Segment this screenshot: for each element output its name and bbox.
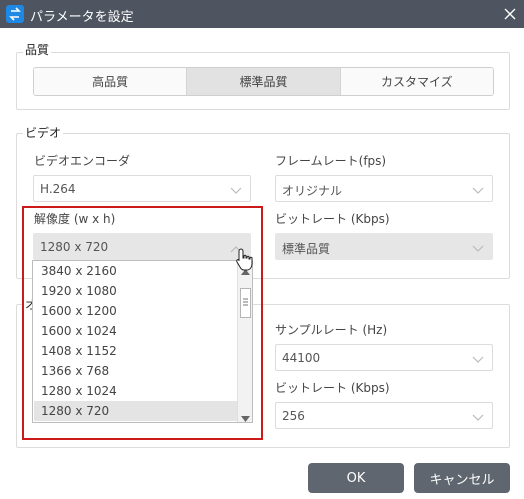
title-bar: パラメータを設定: [0, 0, 524, 28]
close-icon[interactable]: [500, 4, 520, 24]
app-logo-icon: [6, 5, 24, 23]
window-title: パラメータを設定: [30, 10, 134, 25]
chevron-down-icon: [472, 184, 484, 198]
framerate-select[interactable]: オリジナル: [275, 175, 493, 202]
hand-pointer-cursor-icon: [236, 248, 254, 275]
quality-group-label: 品質: [23, 41, 52, 58]
audio-bitrate-label: ビットレート (Kbps): [275, 381, 390, 395]
framerate-label: フレームレート(fps): [275, 154, 387, 168]
cancel-button[interactable]: キャンセル: [414, 463, 510, 493]
encoder-select[interactable]: H.264: [33, 175, 251, 202]
audio-bitrate-select[interactable]: 256: [275, 402, 493, 429]
quality-option-custom[interactable]: カスタマイズ: [340, 68, 493, 95]
samplerate-select[interactable]: 44100: [275, 344, 493, 371]
encoder-label: ビデオエンコーダ: [34, 154, 131, 168]
video-bitrate-select[interactable]: 標準品質: [275, 233, 493, 260]
audio-bitrate-value: 256: [282, 409, 305, 423]
samplerate-value: 44100: [282, 351, 321, 365]
video-bitrate-value: 標準品質: [282, 242, 331, 256]
video-bitrate-label: ビットレート (Kbps): [275, 212, 390, 226]
quality-option-high[interactable]: 高品質: [34, 68, 188, 95]
chevron-down-icon: [472, 242, 484, 256]
ok-button[interactable]: OK: [308, 463, 404, 493]
chevron-down-icon: [230, 184, 242, 198]
chevron-down-icon: [472, 353, 484, 367]
encoder-value: H.264: [40, 182, 76, 196]
quality-segmented-control: 高品質 標準品質 カスタマイズ: [33, 67, 494, 96]
quality-option-standard[interactable]: 標準品質: [187, 68, 341, 95]
framerate-value: オリジナル: [282, 184, 343, 198]
chevron-down-icon: [472, 411, 484, 425]
highlight-frame: [22, 206, 263, 440]
video-group-label: ビデオ: [23, 124, 64, 141]
samplerate-label: サンプルレート (Hz): [275, 323, 388, 337]
